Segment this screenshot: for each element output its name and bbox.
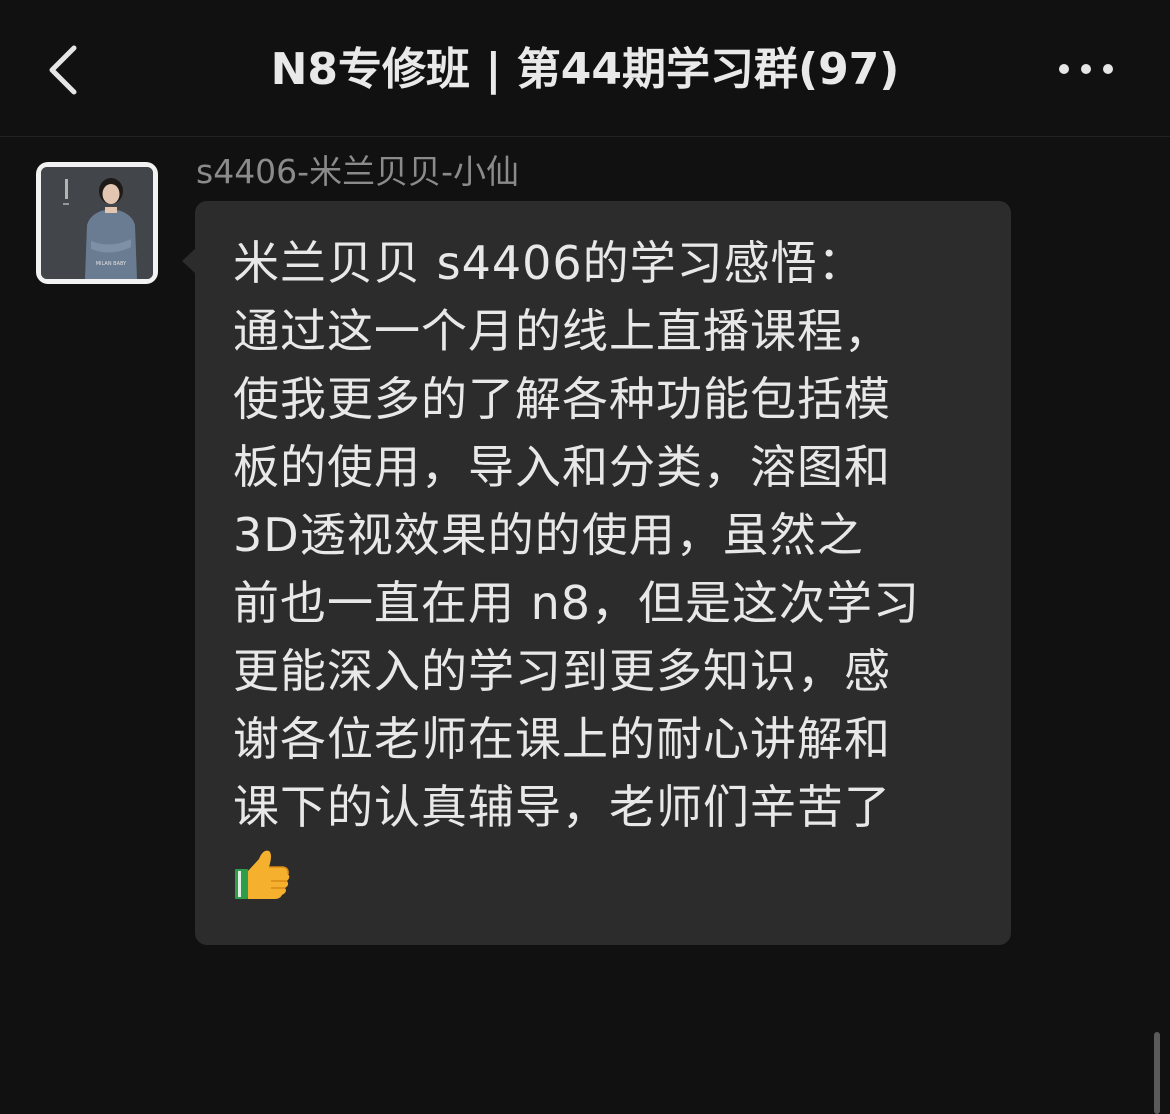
message-line: 谢各位老师在课上的耐心讲解和 bbox=[233, 712, 891, 766]
bubble-tail bbox=[182, 248, 196, 274]
message-line: 3D透视效果的的使用，虽然之 bbox=[233, 508, 864, 562]
sender-name: s4406-米兰贝贝-小仙 bbox=[196, 152, 519, 191]
avatar[interactable]: MILAN BABY bbox=[36, 162, 158, 284]
chat-message: MILAN BABY s4406-米兰贝贝-小仙 米兰贝贝 s4406的学习感悟… bbox=[0, 136, 1170, 1114]
ellipsis-icon bbox=[1059, 64, 1113, 74]
avatar-brand-text: MILAN BABY bbox=[96, 261, 127, 267]
more-button[interactable] bbox=[1050, 46, 1130, 92]
message-line: 课下的认真辅导，老师们辛苦了 bbox=[233, 780, 891, 834]
thumbs-up-icon bbox=[235, 850, 290, 899]
chat-title: N8专修班 | 第44期学习群(97) bbox=[270, 44, 900, 95]
message-line: 更能深入的学习到更多知识，感 bbox=[233, 644, 891, 698]
nav-bar: N8专修班 | 第44期学习群(97) bbox=[0, 0, 1170, 137]
message-bubble[interactable]: 米兰贝贝 s4406的学习感悟： 通过这一个月的线上直播课程， 使我更多的了解各… bbox=[195, 201, 1011, 945]
message-line: 米兰贝贝 s4406的学习感悟： bbox=[233, 236, 865, 290]
back-button[interactable] bbox=[36, 38, 96, 102]
message-line: 通过这一个月的线上直播课程， bbox=[233, 304, 891, 358]
chevron-left-icon bbox=[49, 45, 77, 95]
message-line: 使我更多的了解各种功能包括模 bbox=[233, 372, 891, 426]
message-line: 前也一直在用 n8，但是这次学习 bbox=[233, 576, 921, 630]
message-line: 板的使用，导入和分类，溶图和 bbox=[233, 440, 891, 494]
scrollbar[interactable] bbox=[1154, 1032, 1160, 1114]
avatar-photo: MILAN BABY bbox=[41, 167, 153, 279]
